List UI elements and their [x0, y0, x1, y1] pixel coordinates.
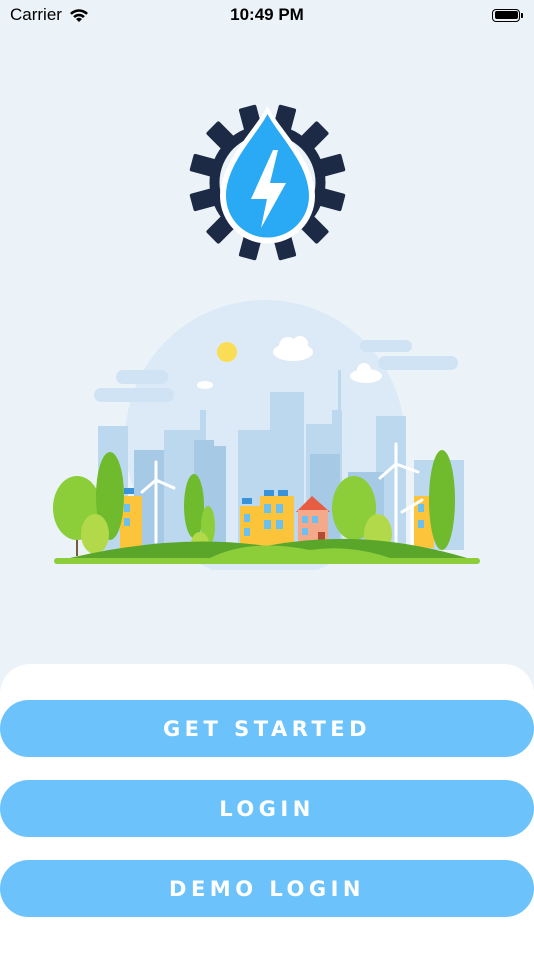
demo-login-button[interactable]: DEMO LOGIN: [0, 860, 534, 917]
battery-fill: [494, 11, 518, 19]
app-logo-icon: [189, 104, 346, 261]
sun-icon: [217, 342, 237, 362]
login-button[interactable]: LOGIN: [0, 780, 534, 837]
get-started-button[interactable]: GET STARTED: [0, 700, 534, 757]
city-illustration: [53, 300, 480, 570]
status-time: 10:49 PM: [230, 5, 304, 24]
status-bar: Carrier 10:49 PM: [0, 0, 534, 30]
battery-icon: [492, 8, 523, 22]
